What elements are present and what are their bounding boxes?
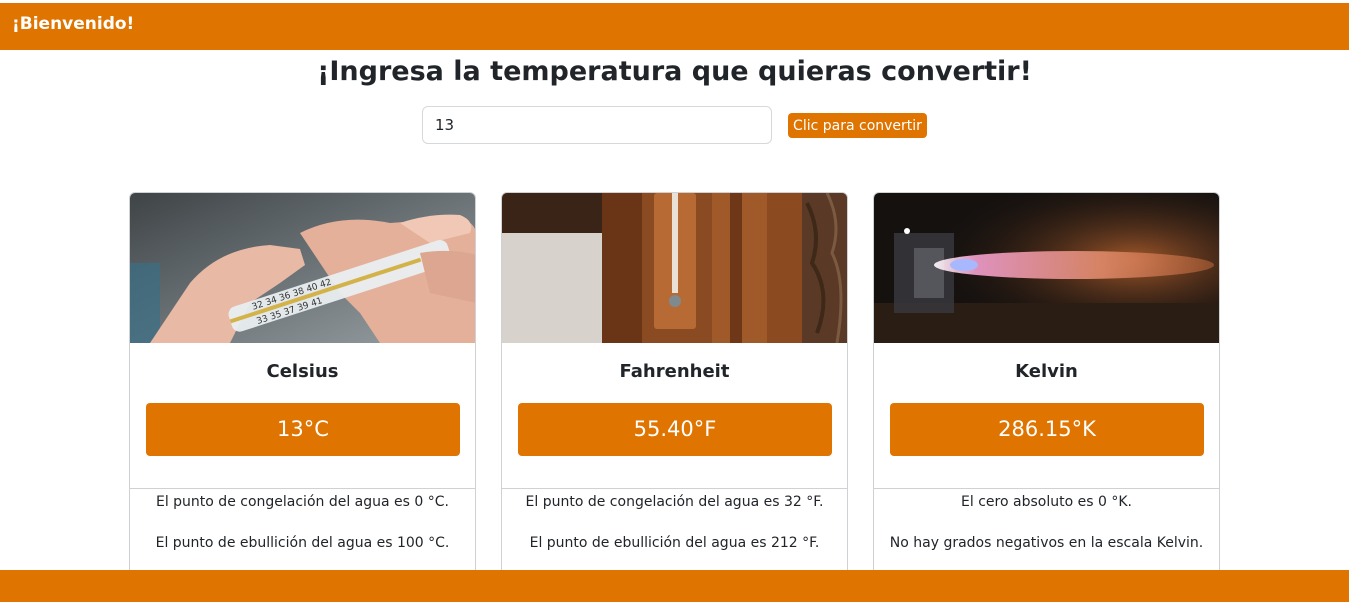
footer-bar	[0, 570, 1349, 602]
card-title: Fahrenheit	[619, 361, 730, 382]
fact-text: El punto de congelación del agua es 0 °C…	[155, 494, 449, 510]
fact-text: El punto de congelación del agua es 32 °…	[525, 494, 824, 510]
navbar: ¡Bienvenido!	[0, 3, 1349, 50]
card-footer: El cero absoluto es 0 °K. No hay grados …	[874, 488, 1219, 551]
thermometer-hand-image: 32 34 36 38 40 42 33 35 37 39 41	[130, 193, 475, 343]
wall-thermometer-image	[502, 193, 847, 343]
kelvin-card: Kelvin 286.15°K El cero absoluto es 0 °K…	[873, 192, 1220, 592]
kelvin-value: 286.15°K	[890, 403, 1204, 456]
fact-text: El cero absoluto es 0 °K.	[961, 494, 1132, 510]
fahrenheit-value: 55.40°F	[518, 403, 832, 456]
card-footer: El punto de congelación del agua es 32 °…	[502, 488, 847, 551]
navbar-brand[interactable]: ¡Bienvenido!	[12, 14, 134, 34]
fahrenheit-card: Fahrenheit 55.40°F El punto de congelaci…	[501, 192, 848, 592]
fact-text: El punto de ebullición del agua es 212 °…	[529, 535, 820, 551]
temperature-input[interactable]	[422, 106, 772, 144]
convert-button[interactable]: Clic para convertir	[788, 113, 927, 138]
card-title: Celsius	[266, 361, 339, 382]
celsius-value: 13°C	[146, 403, 460, 456]
card-footer: El punto de congelación del agua es 0 °C…	[130, 488, 475, 551]
fact-text: No hay grados negativos en la escala Kel…	[889, 535, 1204, 551]
card-title: Kelvin	[1015, 361, 1078, 382]
fact-text: El punto de ebullición del agua es 100 °…	[155, 535, 450, 551]
rocket-engine-flame-image	[874, 193, 1219, 343]
page-title: ¡Ingresa la temperatura que quieras conv…	[317, 56, 1032, 87]
celsius-card: 32 34 36 38 40 42 33 35 37 39 41 Celsius…	[129, 192, 476, 592]
